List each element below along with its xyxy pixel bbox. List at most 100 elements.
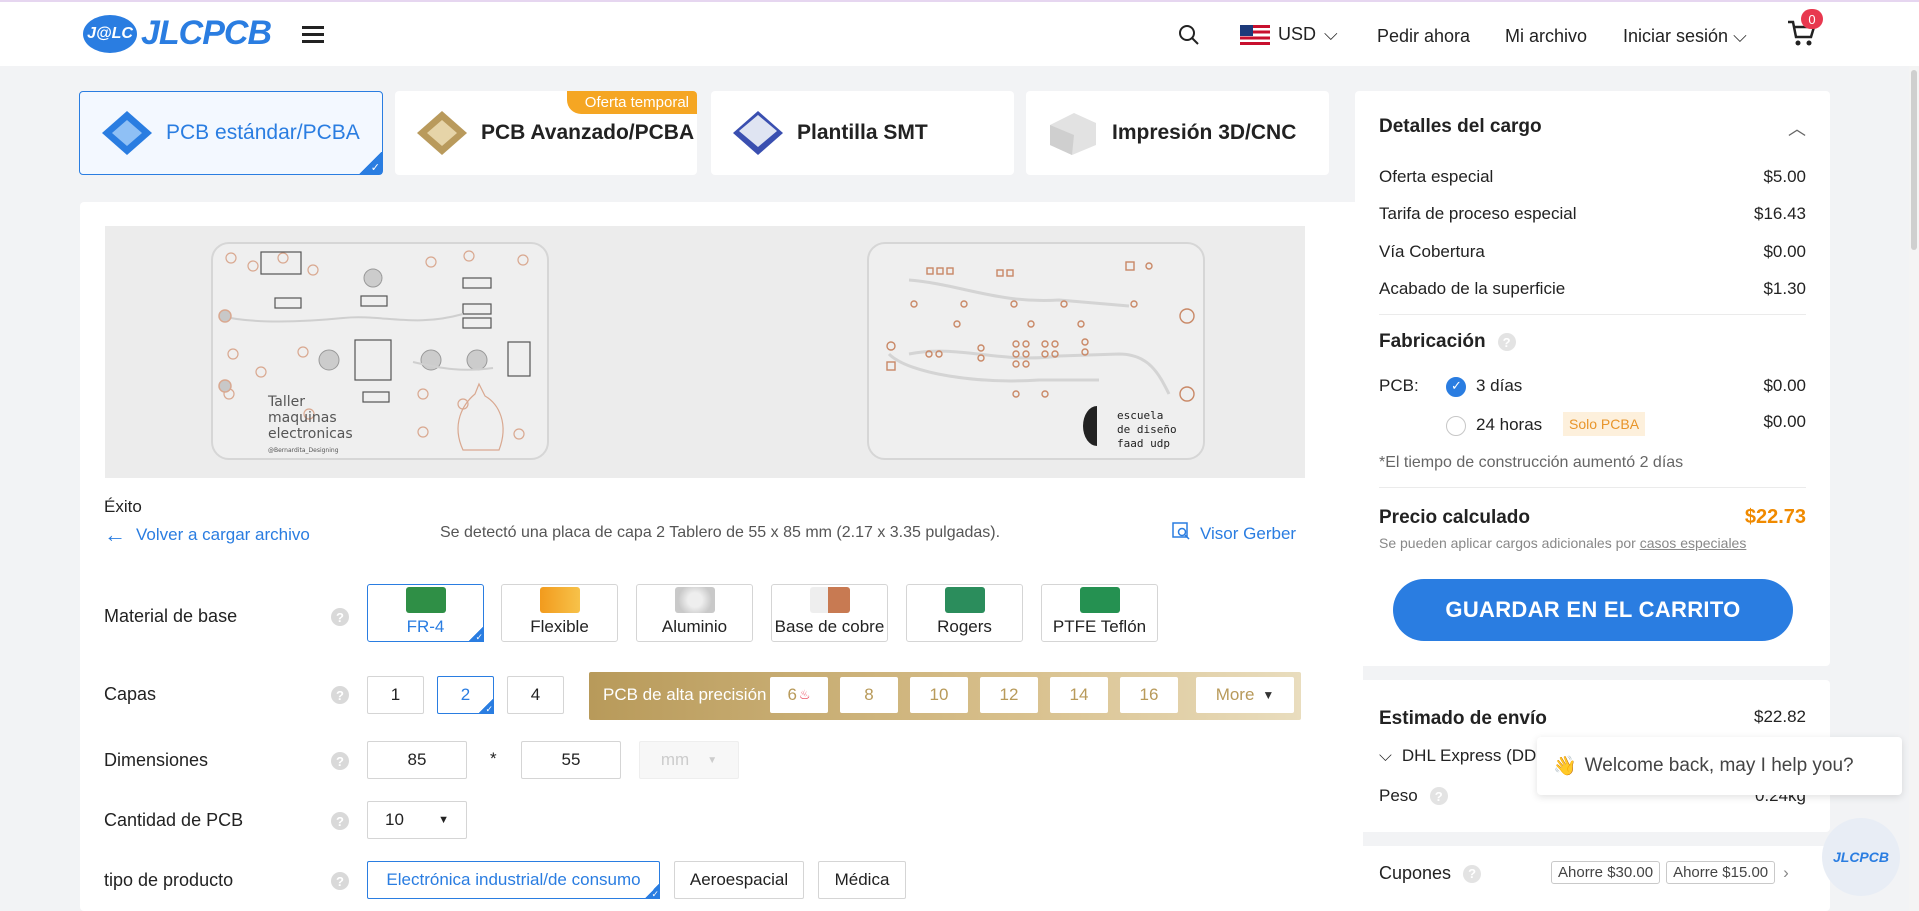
help-icon[interactable]: ? — [331, 872, 349, 890]
product-type-aerospace[interactable]: Aeroespacial — [674, 861, 804, 899]
tab-smt-stencil[interactable]: Plantilla SMT — [711, 91, 1014, 175]
gerber-viewer-link[interactable]: Visor Gerber — [1172, 522, 1296, 545]
dimensions-label: Dimensiones — [104, 750, 209, 770]
shipping-method-select[interactable]: ⌵ DHL Express (DD — [1379, 746, 1536, 766]
selected-check-icon — [478, 698, 494, 715]
flexible-board-icon — [539, 587, 580, 613]
divider — [1379, 487, 1806, 488]
detected-board-info: Se detectó una placa de capa 2 Tablero d… — [440, 524, 1001, 541]
top-header: J@LC JLCPCB USD ⌵ Pedir ahora Mi archivo… — [0, 0, 1919, 66]
product-type-text: Electrónica industrial/de consumo — [386, 870, 641, 889]
us-flag-icon — [1240, 24, 1270, 45]
pcb-bottom-artwork: escuela de diseño faad udp — [886, 261, 1195, 450]
layers-option-2[interactable]: 2 — [437, 676, 494, 715]
material-ptfe[interactable]: PTFE Teflón — [1041, 584, 1158, 642]
unit-label: mm — [660, 750, 690, 769]
cart-count-badge: 0 — [1801, 9, 1823, 29]
charge-row: Vía Cobertura $0.00 — [1379, 242, 1806, 262]
charge-details-title: Detalles del cargo — [1379, 116, 1542, 137]
layers-option-16[interactable]: 16 — [1120, 677, 1178, 713]
nav-my-files[interactable]: Mi archivo — [1505, 26, 1587, 47]
currency-selector[interactable]: USD ⌵ — [1240, 24, 1338, 45]
help-icon[interactable]: ? — [1463, 864, 1482, 883]
pcb-top-artwork: Taller maquinas electronicas @Bernardita… — [218, 250, 531, 454]
lead-time-24h-radio[interactable] — [1446, 416, 1466, 436]
silk-text-line: de diseño — [1117, 423, 1177, 436]
nav-order-now[interactable]: Pedir ahora — [1377, 26, 1470, 47]
high-precision-label: PCB de alta precisión — [603, 685, 767, 704]
arrow-left-icon: ← — [104, 522, 126, 547]
tab-standard-pcb[interactable]: PCB estándar/PCBA — [79, 91, 383, 175]
search-icon[interactable] — [1178, 24, 1200, 51]
charge-row: Acabado de la superficie $1.30 — [1379, 279, 1806, 299]
silk-text-line: escuela — [1117, 409, 1163, 422]
back-to-upload-link[interactable]: ← Volver a cargar archivo — [104, 522, 310, 548]
chat-popup[interactable]: 👋 Welcome back, may I help you? — [1537, 737, 1902, 795]
material-flexible[interactable]: Flexible — [501, 584, 618, 642]
material-rogers[interactable]: Rogers — [906, 584, 1023, 642]
help-icon[interactable]: ? — [331, 686, 349, 704]
add-to-cart-button[interactable]: GUARDAR EN EL CARRITO — [1393, 579, 1793, 641]
charge-value: $0.00 — [1763, 242, 1806, 261]
coupon-tag: Ahorre $15.00 — [1666, 861, 1776, 884]
page-scrollbar[interactable] — [1909, 66, 1919, 911]
material-label-text: Flexible — [530, 617, 589, 636]
layers-option-8[interactable]: 8 — [840, 677, 898, 713]
help-icon[interactable]: ? — [331, 812, 349, 830]
layers-option-label: 2 — [460, 685, 471, 704]
fire-icon: ♨ — [798, 687, 811, 702]
charge-row: Oferta especial $5.00 — [1379, 167, 1806, 187]
layers-option-4[interactable]: 4 — [507, 676, 564, 714]
charge-label: Acabado de la superficie — [1379, 279, 1566, 298]
more-label: More — [1215, 685, 1255, 704]
layers-option-14[interactable]: 14 — [1050, 677, 1108, 713]
help-icon[interactable]: ? — [1429, 787, 1448, 805]
layers-option-6[interactable]: 6 ♨ — [770, 677, 828, 713]
product-type-medical[interactable]: Médica — [818, 861, 906, 899]
layers-more-dropdown[interactable]: More ▼ — [1196, 677, 1294, 713]
material-fr4[interactable]: FR-4 — [367, 584, 484, 643]
chat-message: Welcome back, may I help you? — [1584, 755, 1854, 776]
high-precision-bar: PCB de alta precisión 6 ♨ 8 10 12 14 16 … — [589, 672, 1301, 720]
material-copper-core[interactable]: Base de cobre — [771, 584, 888, 642]
help-icon[interactable]: ? — [331, 752, 349, 770]
caret-down-icon: ▼ — [707, 754, 718, 766]
currency-label: USD — [1278, 24, 1317, 44]
material-label-text: Aluminio — [661, 617, 728, 636]
scrollbar-thumb[interactable] — [1911, 70, 1917, 250]
nav-login[interactable]: Iniciar sesión ⌵ — [1623, 26, 1747, 47]
chevron-down-icon: ⌵ — [1324, 24, 1338, 44]
tab-3d-cnc[interactable]: Impresión 3D/CNC — [1026, 91, 1329, 175]
layers-option-10[interactable]: 10 — [910, 677, 968, 713]
special-cases-link[interactable]: casos especiales — [1640, 535, 1747, 551]
material-aluminum[interactable]: Aluminio — [636, 584, 753, 642]
waving-hand-icon: 👋 — [1553, 756, 1577, 777]
menu-icon[interactable] — [302, 26, 324, 44]
product-type-industrial[interactable]: Electrónica industrial/de consumo — [367, 861, 660, 900]
charge-value: $5.00 — [1763, 167, 1806, 186]
chat-launcher-button[interactable]: JLCPCB — [1822, 818, 1900, 896]
jlcpcb-logo[interactable]: J@LC JLCPCB — [83, 14, 272, 53]
chevron-up-icon[interactable]: ︿ — [1788, 115, 1806, 141]
fabrication-title: Fabricación — [1379, 331, 1486, 352]
quantity-select[interactable]: 10 ▼ — [367, 801, 467, 839]
coupon-list[interactable]: Ahorre $30.00 Ahorre $15.00 › — [1545, 861, 1789, 884]
tab-advanced-pcb[interactable]: PCB Avanzado/PCBA Oferta temporal — [395, 91, 697, 175]
dimension-x-input[interactable]: 85 — [367, 741, 467, 779]
lead-time-3-days-radio[interactable] — [1446, 377, 1466, 397]
caret-down-icon: ▼ — [1262, 688, 1275, 702]
layers-option-1[interactable]: 1 — [367, 676, 424, 714]
charge-label: Vía Cobertura — [1379, 242, 1485, 261]
quantity-value: 10 — [385, 810, 404, 829]
layers-option-12[interactable]: 12 — [980, 677, 1038, 713]
help-icon[interactable]: ? — [331, 608, 349, 626]
aluminum-board-icon — [674, 587, 715, 613]
unit-select[interactable]: mm ▼ — [639, 741, 739, 779]
material-label-text: Rogers — [937, 617, 992, 636]
help-icon[interactable]: ? — [1497, 333, 1516, 351]
material-label: Material de base — [104, 606, 238, 626]
product-type-label: tipo de producto — [104, 870, 234, 890]
copper-board-icon — [809, 587, 850, 613]
dimension-y-input[interactable]: 55 — [521, 741, 621, 779]
charge-value: $16.43 — [1754, 204, 1806, 223]
